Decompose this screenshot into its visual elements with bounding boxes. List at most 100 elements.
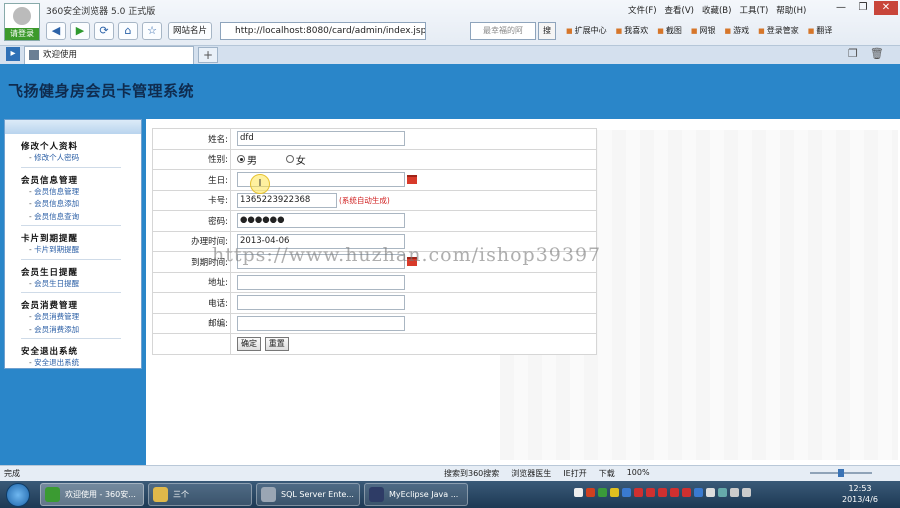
divider: [21, 166, 121, 168]
trash-icon[interactable]: 🗑: [870, 47, 884, 60]
task-sql-server[interactable]: SQL Server Ente...: [256, 483, 360, 506]
search-button[interactable]: 搜: [538, 22, 556, 40]
menu-help[interactable]: 帮助(H): [776, 4, 806, 16]
download-link[interactable]: 下载: [599, 468, 615, 479]
gender-female-radio[interactable]: [285, 155, 294, 164]
tray-icon[interactable]: [706, 488, 715, 497]
login-label[interactable]: 请登录: [5, 28, 39, 40]
sql-server-icon: [261, 487, 276, 502]
restore-tabs-icon[interactable]: ❐: [848, 47, 858, 60]
sidebar-item-logout[interactable]: 安全退出系统: [21, 357, 141, 370]
tray-icon[interactable]: [658, 488, 667, 497]
minimize-button[interactable]: —: [830, 1, 852, 15]
ext-translate[interactable]: 翻译: [808, 25, 832, 36]
sidebar-item-birthday[interactable]: 会员生日提醒: [21, 278, 141, 291]
task-myeclipse[interactable]: MyEclipse Java ...: [364, 483, 468, 506]
refresh-button[interactable]: ⟳: [94, 22, 114, 40]
tray-icon[interactable]: [718, 488, 727, 497]
ext-games[interactable]: 游戏: [725, 25, 749, 36]
task-folder[interactable]: 三个: [148, 483, 252, 506]
group-title: 安全退出系统: [21, 347, 79, 357]
group-title: 会员消费管理: [21, 301, 79, 311]
gender-male-radio[interactable]: [237, 155, 245, 164]
phone-input[interactable]: [237, 295, 405, 311]
network-icon[interactable]: [730, 488, 739, 497]
menu-view[interactable]: 查看(V): [665, 4, 694, 16]
tab-welcome[interactable]: 欢迎使用: [24, 46, 194, 64]
tray-icon[interactable]: [598, 488, 607, 497]
sidebar-item-member-query[interactable]: 会员信息查询: [21, 211, 141, 224]
tray-icon[interactable]: [634, 488, 643, 497]
ext-center[interactable]: 扩展中心: [566, 25, 607, 36]
sidebar-item-consumption-add[interactable]: 会员消费添加: [21, 324, 141, 337]
back-button[interactable]: ◀: [46, 22, 66, 40]
tray-icon[interactable]: [670, 488, 679, 497]
avatar-icon: [13, 7, 31, 25]
maximize-button[interactable]: ❐: [852, 1, 874, 15]
card-hint: (系统自动生成): [339, 195, 390, 205]
zoom-level[interactable]: 100%: [627, 468, 650, 479]
menu-favorites[interactable]: 收藏(B): [702, 4, 731, 16]
browser-doctor-link[interactable]: 浏览器医生: [511, 468, 551, 479]
password-input[interactable]: ●●●●●●: [237, 213, 405, 229]
card-number-input[interactable]: 1365223922368: [237, 192, 337, 208]
search-input[interactable]: 最幸福的阿: [470, 22, 536, 40]
password-label: 密码:: [152, 210, 231, 232]
volume-icon[interactable]: [742, 488, 751, 497]
ext-login-manager[interactable]: 登录管家: [758, 25, 799, 36]
sidebar-cap: [5, 120, 141, 134]
sidebar-toggle-icon[interactable]: ▸: [6, 47, 20, 61]
sidebar-item-consumption-manage[interactable]: 会员消费管理: [21, 311, 141, 324]
tray-icon[interactable]: [646, 488, 655, 497]
status-tools: 搜索到360搜索 浏览器医生 IE打开 下载 100%: [444, 468, 650, 479]
zip-label: 邮编:: [152, 312, 231, 334]
sidebar-item-member-add[interactable]: 会员信息添加: [21, 198, 141, 211]
ext-like[interactable]: 我喜欢: [616, 25, 648, 36]
sidebar-item-member-manage[interactable]: 会员信息管理: [21, 186, 141, 199]
group-title: 卡片到期提醒: [21, 234, 79, 244]
zoom-slider-handle[interactable]: [838, 469, 844, 477]
start-button[interactable]: [6, 483, 30, 507]
calendar-icon[interactable]: [407, 175, 417, 185]
menu-file[interactable]: 文件(F): [628, 4, 657, 16]
clock[interactable]: 12:53 2013/4/6: [842, 483, 878, 505]
close-button[interactable]: ✕: [874, 1, 898, 15]
menu-tools[interactable]: 工具(T): [739, 4, 768, 16]
zip-input[interactable]: [237, 315, 405, 331]
ext-bank[interactable]: 网银: [691, 25, 716, 36]
extension-bar: 扩展中心 我喜欢 截图 网银 游戏 登录管家 翻译: [566, 25, 833, 36]
task-label: 欢迎使用 - 360安...: [65, 490, 136, 499]
forward-button[interactable]: ▶: [70, 22, 90, 40]
reset-button[interactable]: 重置: [264, 336, 289, 351]
site-card-button[interactable]: 网站名片: [168, 22, 213, 40]
text-cursor-icon: I: [250, 174, 270, 194]
tray-icon[interactable]: [682, 488, 691, 497]
name-label: 姓名:: [152, 128, 231, 150]
tray-icon[interactable]: [694, 488, 703, 497]
task-browser[interactable]: 欢迎使用 - 360安...: [40, 483, 144, 506]
address-bar[interactable]: http://localhost:8080/card/admin/index.j…: [220, 22, 426, 40]
tray-icon[interactable]: [574, 488, 583, 497]
address-input[interactable]: [237, 274, 405, 290]
sidebar-item-change-password[interactable]: 修改个人密码: [21, 152, 141, 165]
name-input[interactable]: dfd: [237, 131, 405, 147]
submit-button[interactable]: 确定: [237, 336, 261, 351]
sidebar-item-card-expiry[interactable]: 卡片到期提醒: [21, 244, 141, 257]
form-row-zip: 邮编:: [152, 312, 597, 334]
user-avatar[interactable]: 请登录: [4, 3, 40, 41]
address-label: 地址:: [152, 271, 231, 293]
star-icon[interactable]: ☆: [142, 22, 162, 40]
watermark-text: https://www.huzhan.com/ishop39397: [212, 244, 602, 266]
tray-icon[interactable]: [610, 488, 619, 497]
tray-icon[interactable]: [622, 488, 631, 497]
ie-open-link[interactable]: IE打开: [563, 468, 586, 479]
ext-screenshot[interactable]: 截图: [657, 25, 682, 36]
form-row-address: 地址:: [152, 271, 597, 293]
form-row-card: 卡号: 1365223922368 (系统自动生成): [152, 189, 597, 211]
search-360-link[interactable]: 搜索到360搜索: [444, 468, 499, 479]
tab-label: 欢迎使用: [43, 50, 78, 60]
new-tab-button[interactable]: +: [198, 47, 218, 63]
home-button[interactable]: ⌂: [118, 22, 138, 40]
form-row-phone: 电话:: [152, 292, 597, 314]
tray-icon[interactable]: [586, 488, 595, 497]
